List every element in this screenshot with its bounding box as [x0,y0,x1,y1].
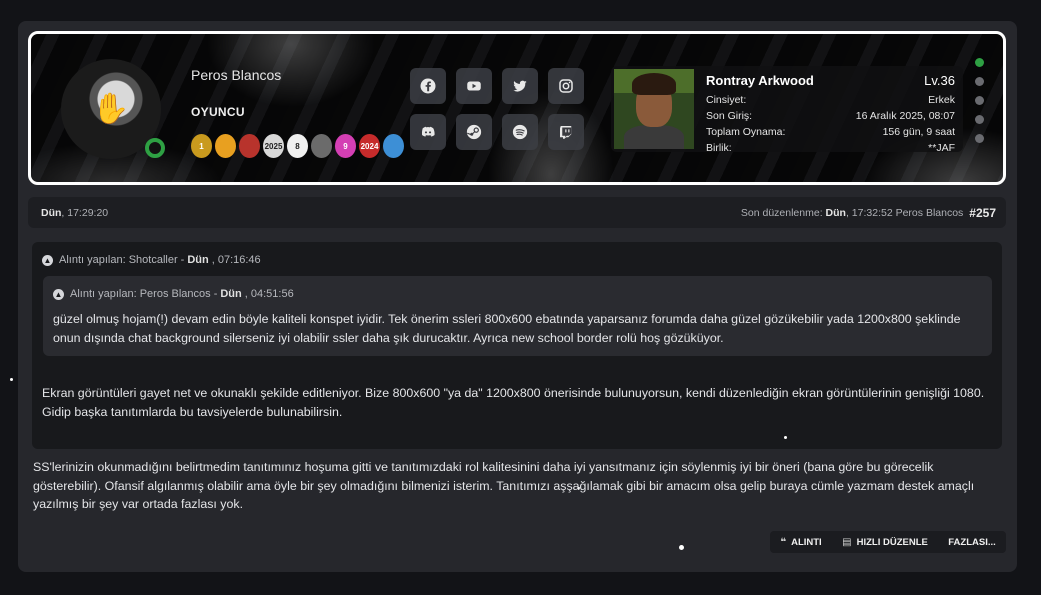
info-label: Birlik: [706,142,732,154]
instagram-icon[interactable] [548,68,584,104]
online-status-indicator [145,138,165,158]
snow-sparkle [578,487,580,489]
quote-header[interactable]: ▲ Alıntı yapılan: Shotcaller - Dün , 07:… [42,254,261,266]
chevron-up-icon[interactable]: ▲ [53,288,64,300]
avatar-image: ✋ [92,92,130,126]
quote-outer-text: Ekran görüntüleri gayet net ve okunaklı … [42,386,985,419]
quote-time: , 04:51:56 [244,288,294,300]
profile-badge[interactable] [383,134,404,158]
quote-header[interactable]: ▲ Alıntı yapılan: Peros Blancos - Dün , … [53,288,294,300]
edit-label: Son düzenlenme: [740,206,823,219]
character-level: Lv.36 [924,73,955,88]
quick-edit-button[interactable]: ▤ HIZLI DÜZENLE [842,537,928,548]
post-actions: ❝ ALINTI ▤ HIZLI DÜZENLE FAZLASI... [770,531,1006,553]
character-card: Rontray Arkwood Lv.36 Cinsiyet: Erkek So… [611,66,963,154]
carousel-dot[interactable] [975,77,984,86]
more-button[interactable]: FAZLASI... [948,537,996,548]
quote-day: Dün [220,288,242,300]
profile-badge[interactable]: 9 [335,134,356,158]
post-date[interactable]: Dün, 17:29:20 [41,207,108,219]
character-info-row: Cinsiyet: Erkek [706,92,955,108]
chevron-up-icon[interactable]: ▲ [42,254,53,266]
profile-badge[interactable] [239,134,260,158]
profile-badge[interactable] [215,134,236,158]
post-date-time: , 17:29:20 [61,206,109,219]
quote-source: Alıntı yapılan: Peros Blancos - [70,288,218,300]
carousel-dot[interactable] [975,96,984,105]
info-value: 16 Aralık 2025, 08:07 [855,110,955,122]
post-date-day: Dün [41,206,62,219]
profile-badge[interactable]: 8 [287,134,308,158]
carousel-dots [975,58,984,143]
post-meta-bar: Dün, 17:29:20 Son düzenlenme: Dün, 17:32… [28,197,1006,228]
quote-button-label: ALINTI [791,536,822,548]
info-label: Son Giriş: [706,110,753,122]
quote-time: , 07:16:46 [211,254,261,266]
quote-source: Alıntı yapılan: Shotcaller - [59,254,185,266]
snow-sparkle [679,545,684,550]
edit-day: Dün [825,206,846,219]
youtube-icon[interactable] [456,68,492,104]
character-info-row: Toplam Oynama: 156 gün, 9 saat [706,124,955,140]
post-number[interactable]: #257 [969,206,996,220]
profile-banner: ✋ Peros Blancos OYUNCU 1 2025 8 9 2024 R… [28,31,1006,185]
profile-badge[interactable] [311,134,332,158]
info-label: Cinsiyet: [706,94,747,106]
badge-list: 1 2025 8 9 2024 [191,134,404,158]
steam-icon[interactable] [456,114,492,150]
quote-button[interactable]: ❝ ALINTI [780,537,821,548]
snow-sparkle [10,378,13,381]
quote-day: Dün [187,254,209,266]
character-name: Rontray Arkwood [706,73,814,88]
snow-sparkle [784,436,787,439]
profile-badge[interactable]: 2025 [263,134,284,158]
document-icon: ▤ [842,536,852,548]
carousel-dot[interactable] [975,134,984,143]
character-photo [614,69,694,149]
user-rank: OYUNCU [191,105,245,119]
twitter-icon[interactable] [502,68,538,104]
carousel-dot[interactable] [975,58,984,67]
twitch-icon[interactable] [548,114,584,150]
more-label: FAZLASI... [948,536,996,548]
character-info: Cinsiyet: Erkek Son Giriş: 16 Aralık 202… [706,92,955,156]
spotify-icon[interactable] [502,114,538,150]
quick-edit-label: HIZLI DÜZENLE [856,536,928,548]
profile-badge[interactable]: 2024 [359,134,380,158]
carousel-dot[interactable] [975,115,984,124]
quote-icon: ❝ [780,536,787,548]
discord-icon[interactable] [410,114,446,150]
info-value: **JAF [928,142,955,154]
profile-badge[interactable]: 1 [191,134,212,158]
social-links [410,68,584,150]
edit-info: Son düzenlenme: Dün, 17:32:52 Peros Blan… [741,206,996,220]
facebook-icon[interactable] [410,68,446,104]
character-info-row: Son Giriş: 16 Aralık 2025, 08:07 [706,108,955,124]
quote-inner-text: güzel olmuş hojam(!) devam edin böyle ka… [53,312,961,345]
character-info-row: Birlik: **JAF [706,140,955,156]
info-value: Erkek [928,94,955,106]
info-label: Toplam Oynama: [706,126,786,138]
post-body: SS'lerinizin okunmadığını belirtmedim ta… [33,460,975,511]
username[interactable]: Peros Blancos [191,67,281,83]
edit-rest: , 17:32:52 Peros Blancos [845,206,964,219]
info-value: 156 gün, 9 saat [882,126,955,138]
